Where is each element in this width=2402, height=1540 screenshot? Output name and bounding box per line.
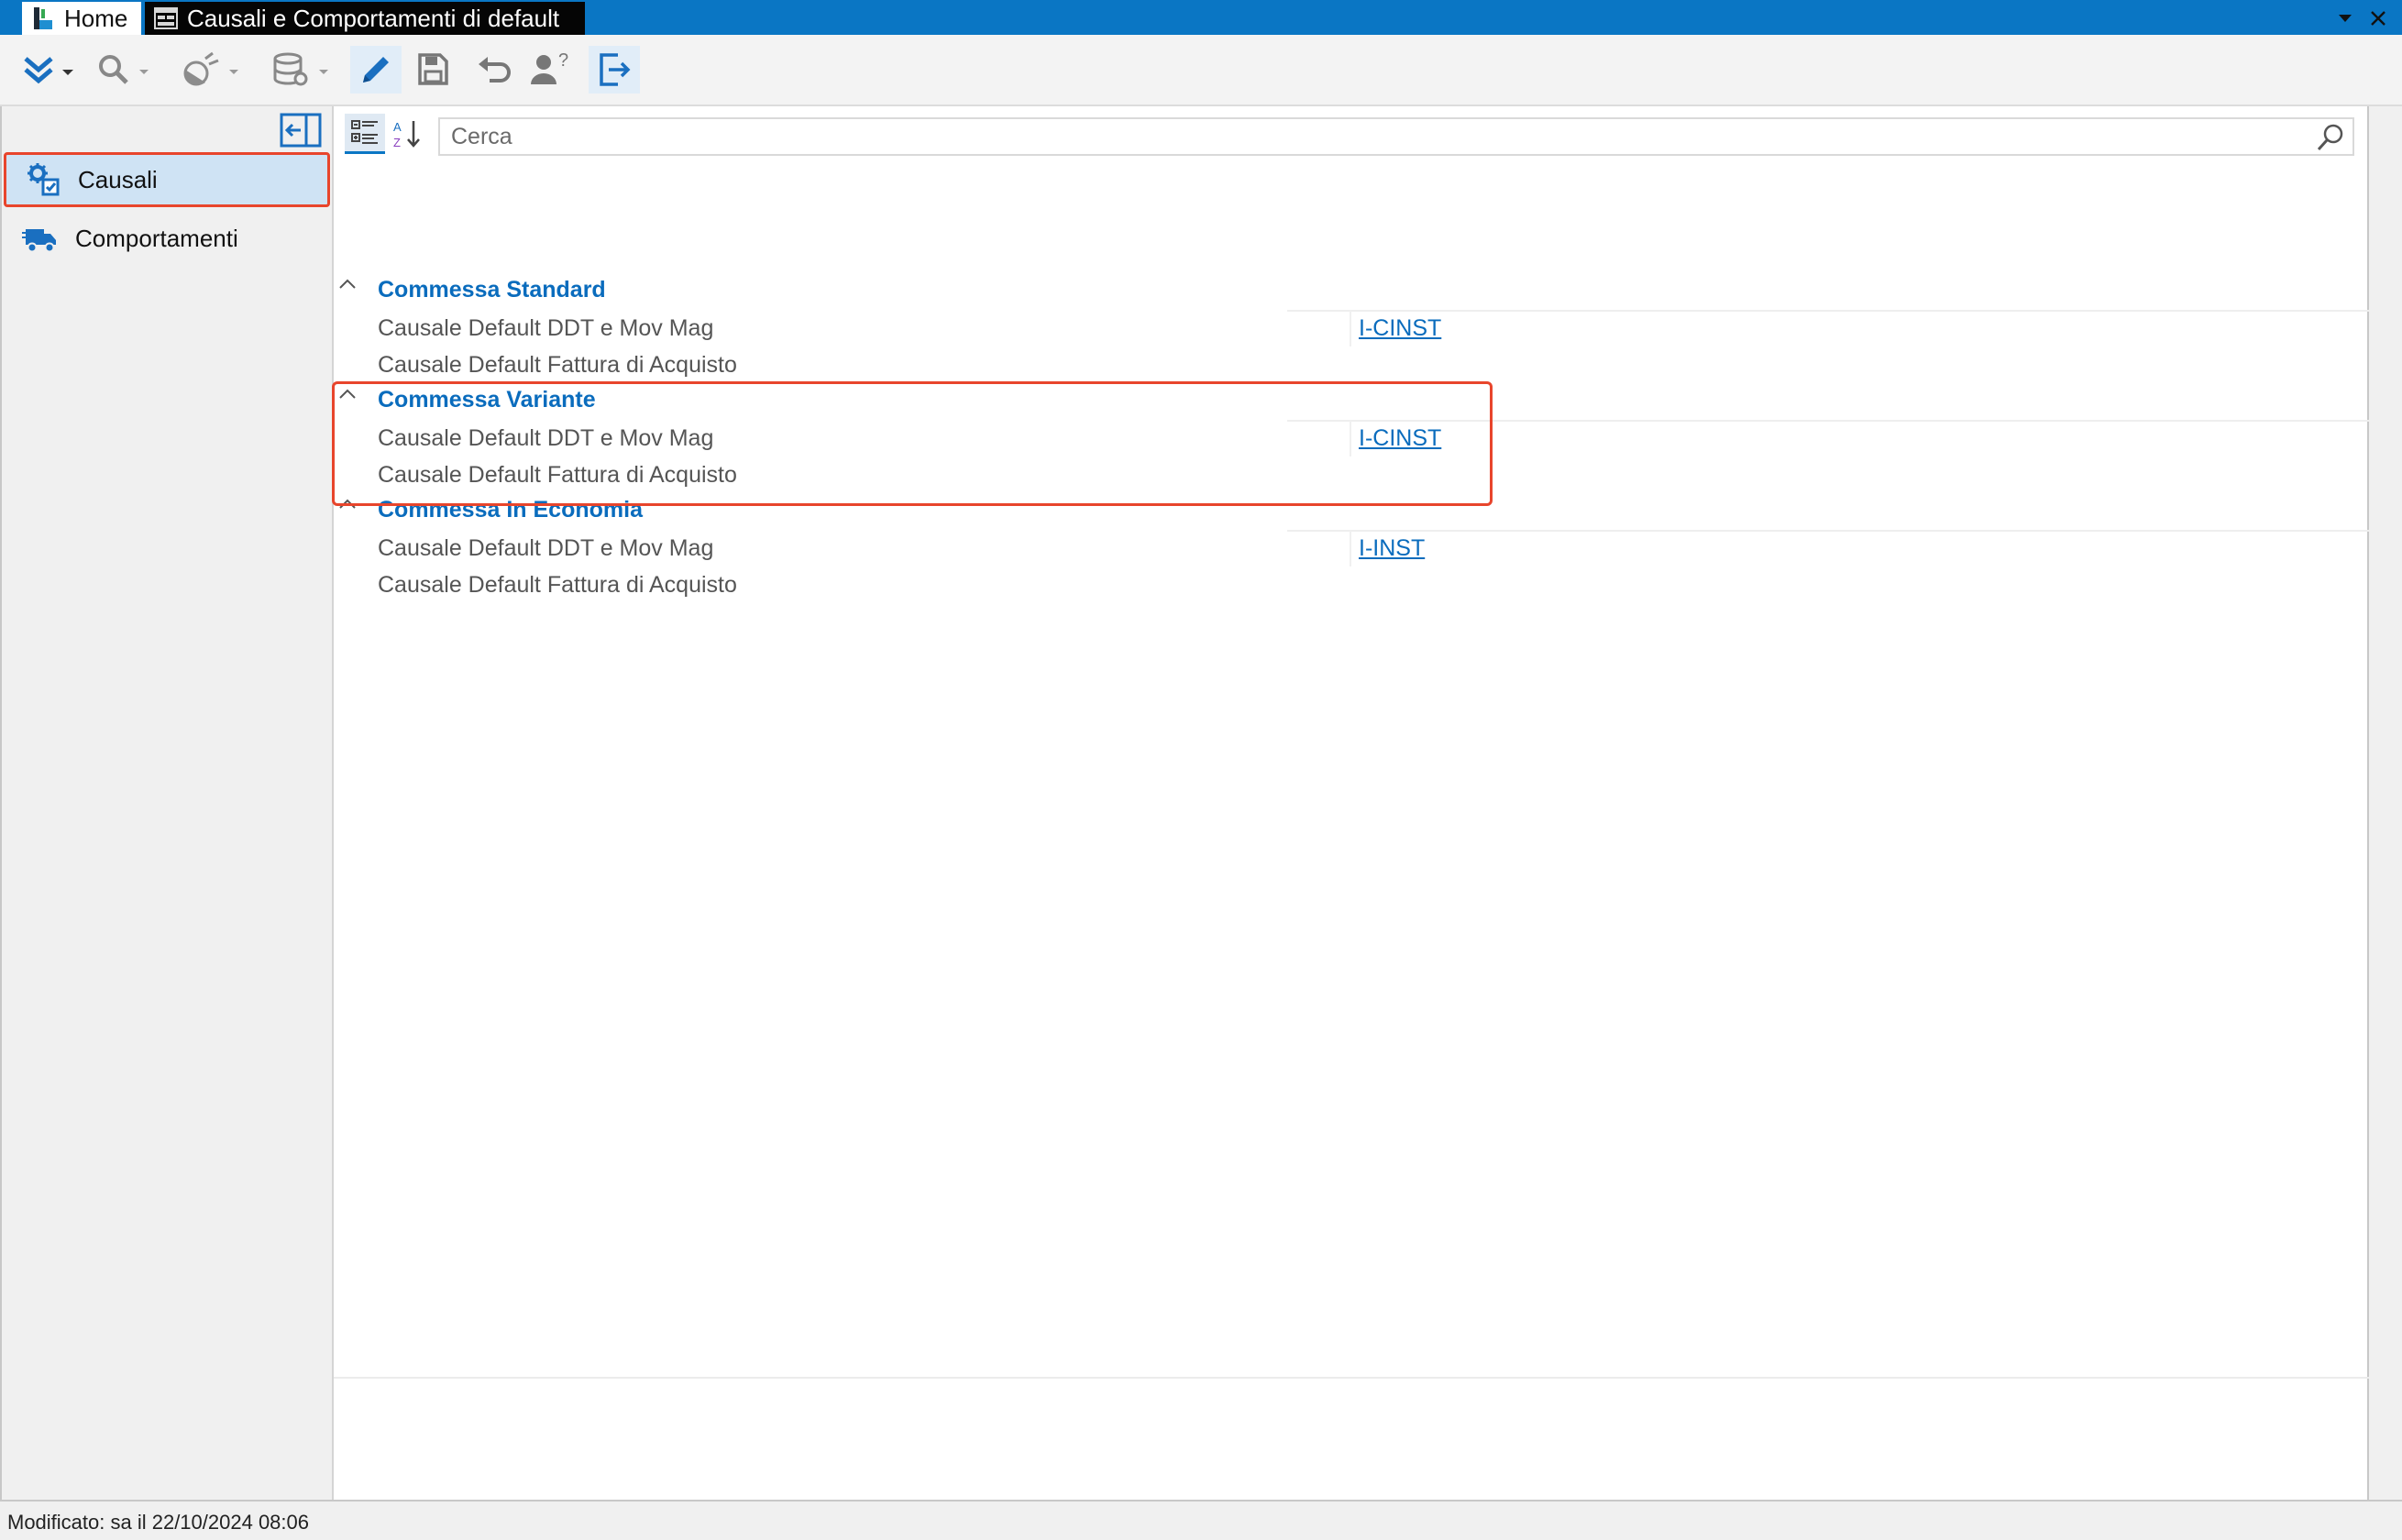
search-box (438, 117, 2354, 156)
sidebar-item-comportamenti[interactable]: Comportamenti (4, 211, 330, 266)
database-button[interactable] (266, 46, 334, 94)
tab-causali-label: Causali e Comportamenti di default (187, 4, 560, 32)
search-icon (99, 55, 149, 84)
database-icon (273, 52, 328, 86)
status-bar: Modificato: sa il 22/10/2024 08:06 (0, 1500, 2402, 1540)
gear-doc-icon (28, 163, 60, 196)
categorized-list-icon (351, 119, 378, 144)
group-title: Commessa Standard (378, 277, 606, 302)
property-name: Causale Default DDT e Mov Mag (378, 315, 714, 341)
title-bar: Home Causali e Comportamenti di default (0, 0, 2402, 35)
collapse-panel-icon (280, 113, 322, 148)
group-title: Commessa Variante (378, 387, 596, 412)
group-header[interactable]: Commessa In Economia (334, 493, 2369, 530)
group-header[interactable]: Commessa Variante (334, 383, 2369, 420)
alphabetical-sort-button[interactable]: A Z (387, 114, 427, 154)
close-icon (2371, 11, 2385, 26)
value-cell (1287, 310, 1351, 346)
group-header[interactable]: Commessa Standard (334, 273, 2369, 310)
help-user-button[interactable]: ? (524, 46, 576, 94)
window-right-margin (2369, 106, 2402, 1500)
tab-causali-comportamenti[interactable]: Causali e Comportamenti di default (145, 2, 585, 35)
chevron-up-icon[interactable] (336, 495, 359, 513)
row-divider (1287, 530, 2369, 532)
tab-home-label: Home (64, 4, 128, 32)
chevron-up-icon[interactable] (336, 385, 359, 403)
value-cell (1287, 420, 1351, 456)
categorized-view-button[interactable] (345, 114, 385, 154)
exit-icon (600, 53, 631, 86)
svg-text:A: A (393, 120, 402, 134)
property-row[interactable]: Causale Default DDT e Mov Mag I-CINST (334, 420, 2369, 456)
status-text: Modificato: sa il 22/10/2024 08:06 (7, 1511, 310, 1534)
form-icon (154, 7, 178, 29)
sidebar-item-causali[interactable]: Causali (4, 152, 330, 207)
property-row[interactable]: Causale Default Fattura di Acquisto (334, 456, 2369, 493)
property-row[interactable]: Causale Default DDT e Mov Mag I-CINST (334, 310, 2369, 346)
tab-home[interactable]: Home (22, 2, 141, 35)
search-button[interactable] (88, 46, 154, 94)
undo-button[interactable] (469, 46, 521, 94)
search-icon[interactable] (2316, 123, 2345, 152)
description-pane-divider (334, 1377, 2369, 1379)
property-row[interactable]: Causale Default Fattura di Acquisto (334, 346, 2369, 383)
row-divider (1287, 420, 2369, 422)
expand-menu-button[interactable] (13, 46, 79, 94)
property-row[interactable]: Causale Default DDT e Mov Mag I-INST (334, 530, 2369, 566)
tab-list-dropdown[interactable] (2334, 7, 2356, 29)
property-name: Causale Default Fattura di Acquisto (378, 352, 737, 378)
pencil-icon (363, 57, 389, 82)
chevron-up-icon[interactable] (336, 275, 359, 293)
search-input[interactable] (440, 119, 2274, 154)
close-tab-button[interactable] (2367, 7, 2389, 29)
sidebar-item-label: Causali (78, 165, 158, 193)
property-value-link[interactable]: I-CINST (1359, 315, 1441, 342)
group-title: Commessa In Economia (378, 497, 643, 522)
collapse-sidebar-button[interactable] (279, 112, 323, 148)
double-chevron-down-icon (24, 57, 73, 84)
sidebar-item-label: Comportamenti (75, 224, 238, 252)
property-value-link[interactable]: I-INST (1359, 535, 1425, 562)
value-cell (1287, 530, 1351, 566)
svg-text:?: ? (558, 50, 568, 71)
property-name: Causale Default DDT e Mov Mag (378, 535, 714, 561)
edit-button[interactable] (350, 46, 402, 94)
save-button[interactable] (407, 46, 458, 94)
property-name: Causale Default Fattura di Acquisto (378, 462, 737, 488)
user-question-icon: ? (531, 50, 568, 84)
exit-button[interactable] (589, 46, 640, 94)
undo-icon (479, 57, 511, 82)
home-app-icon (34, 7, 52, 29)
svg-text:Z: Z (393, 136, 401, 149)
property-value-link[interactable]: I-CINST (1359, 425, 1441, 452)
property-name: Causale Default Fattura di Acquisto (378, 572, 737, 598)
satellite-button[interactable] (176, 46, 244, 94)
main-toolbar: ? (0, 35, 2402, 106)
satellite-icon (183, 51, 238, 86)
truck-icon (22, 229, 56, 253)
sidebar: Causali Comportamenti (0, 106, 334, 1500)
sort-az-icon: A Z (393, 120, 420, 149)
row-divider (1287, 310, 2369, 312)
save-icon (418, 53, 448, 85)
property-grid-pane: A Z Commessa Standard Causale Default DD… (334, 106, 2369, 1500)
property-grid-toolbar: A Z (334, 106, 2369, 161)
property-row[interactable]: Causale Default Fattura di Acquisto (334, 566, 2369, 603)
chevron-down-icon (2339, 15, 2352, 22)
property-name: Causale Default DDT e Mov Mag (378, 425, 714, 451)
